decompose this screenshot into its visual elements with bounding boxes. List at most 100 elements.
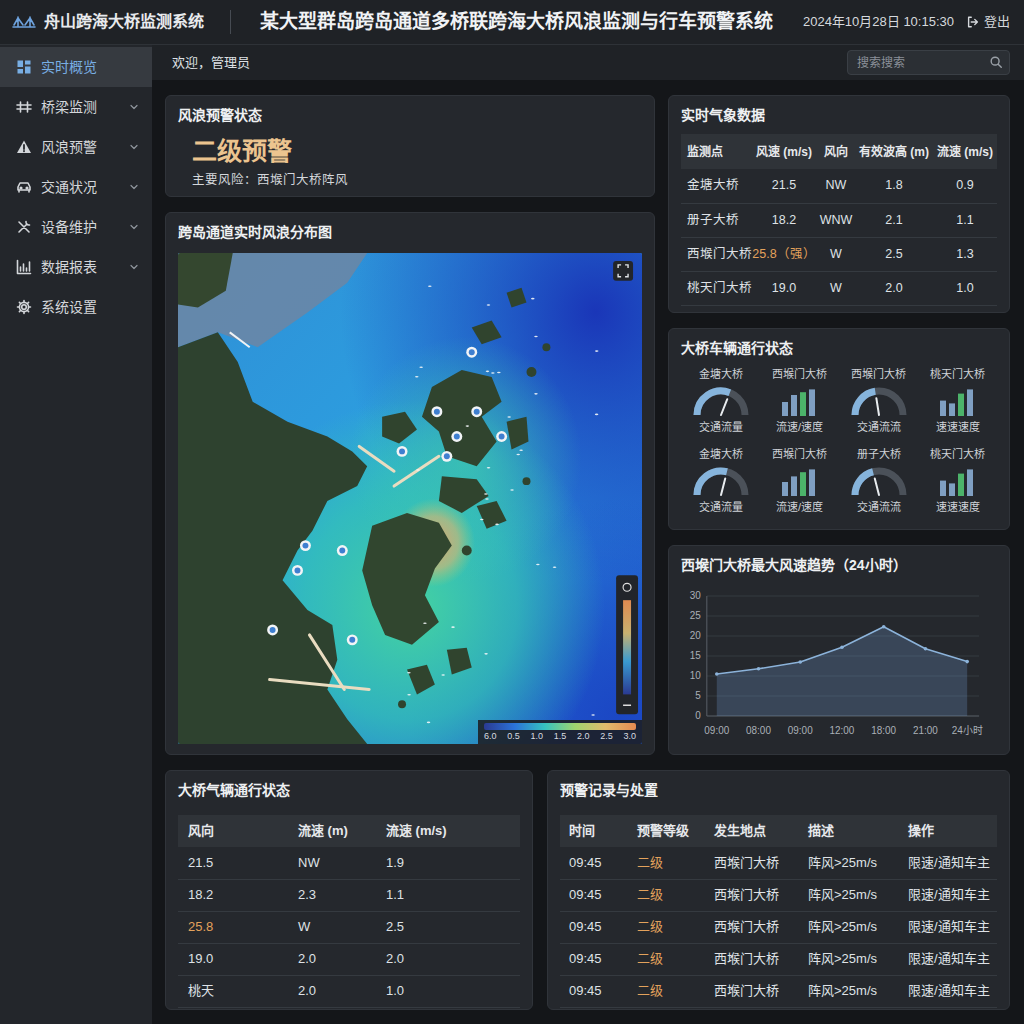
table-row[interactable]: 09:45二级西堠门大桥阵风>25m/s限速/通知车主	[560, 975, 997, 1007]
table-row[interactable]: 18.22.31.1	[178, 879, 520, 911]
table-row[interactable]: 册子大桥18.2WNW2.11.1	[681, 203, 997, 237]
vehicle-status-item[interactable]: 册子大桥交通流流	[839, 447, 918, 527]
wave-map[interactable]: 6.00.51.01.52.02.53.0	[178, 253, 642, 744]
body: 实时概览桥梁监测风浪预警交通状况设备维护数据报表系统设置 欢迎，管理员 风浪预警…	[0, 45, 1024, 1024]
gauge-graphic	[849, 385, 909, 417]
sidebar-item[interactable]: 实时概览	[0, 47, 152, 87]
vehicle-status-item[interactable]: 金塘大桥交通流量	[681, 447, 760, 527]
graphic-part	[178, 253, 642, 744]
data-point	[715, 672, 719, 676]
table-cell: 限速/通知车主	[899, 975, 997, 1007]
sidebar-item[interactable]: 数据报表	[0, 247, 152, 287]
vehicle-status-item[interactable]: 桃天门大桥速速速度	[918, 447, 997, 527]
gauge-graphic	[691, 465, 751, 497]
legend-tick: 0.5	[507, 731, 520, 742]
gauge-fill	[855, 391, 875, 415]
gauge-track	[697, 391, 745, 415]
table-cell: WNW	[817, 203, 855, 237]
metric-label: 交通流量	[699, 500, 743, 514]
x-axis-tick: 09:00	[788, 725, 813, 736]
sidebar-item[interactable]: 风浪预警	[0, 127, 152, 167]
grid-line	[707, 636, 979, 637]
header-row: 监测点风速 (m/s)风向有效波高 (m)流速 (m/s)	[681, 134, 997, 169]
table-cell: 西堠门大桥	[681, 237, 751, 271]
meter-bar	[791, 476, 797, 496]
pin-ring	[441, 451, 452, 462]
search-input[interactable]	[847, 50, 1010, 75]
search-icon[interactable]	[989, 55, 1003, 69]
bar-group	[809, 389, 815, 416]
graphic-part	[16, 99, 32, 115]
vehicle-status-item[interactable]: 西堠门大桥交通流流	[839, 367, 918, 447]
table-cell: NW	[817, 169, 855, 203]
boat-mark	[491, 372, 495, 374]
graphic-part	[616, 575, 638, 714]
graphic-part	[989, 55, 1003, 69]
metric-label: 流速/速度	[776, 420, 823, 434]
table-row[interactable]: 25.8W2.5	[178, 911, 520, 943]
table-cell: NW	[288, 847, 376, 879]
table-row[interactable]: 西堠门大桥25.8（强）W2.51.3	[681, 237, 997, 271]
pin-ring	[300, 540, 311, 551]
table-row[interactable]: 21.5NW1.9	[178, 847, 520, 879]
bar-group	[791, 395, 797, 416]
sidebar-item[interactable]: 设备维护	[0, 207, 152, 247]
table-cell: 2.0	[855, 271, 933, 305]
meter-bar	[967, 469, 973, 496]
pin-dot	[349, 637, 355, 643]
gauge-meter	[691, 385, 751, 417]
table-cell: 桃天	[178, 975, 288, 1007]
table-row[interactable]: 09:45二级西堠门大桥阵风>25m/s限速/通知车主	[560, 943, 997, 975]
table-header: 风向流速 (m)流速 (m/s)	[178, 815, 520, 847]
alert-risk: 主要风险：西堠门大桥阵风	[192, 172, 654, 188]
sidebar-item[interactable]: 系统设置	[0, 287, 152, 327]
metric-label: 交通流流	[857, 420, 901, 434]
legend-tick: 1.5	[554, 731, 567, 742]
graphic-part	[623, 705, 631, 706]
data-table: 风向流速 (m)流速 (m/s)21.5NW1.918.22.31.125.8W…	[178, 815, 520, 1008]
graphic-part	[523, 477, 531, 485]
meter-bar	[809, 389, 815, 416]
y-axis-tick: 0	[695, 710, 701, 721]
vehicle-status-item[interactable]: 金塘大桥交通流量	[681, 367, 760, 447]
pin-ring	[496, 431, 507, 442]
pin-dot	[339, 548, 345, 554]
bridge-name: 西堠门大桥	[772, 447, 827, 461]
table-row[interactable]: 金塘大桥21.5NW1.80.9	[681, 169, 997, 203]
table-cell: 限速/通知车主	[899, 847, 997, 879]
table-row[interactable]: 桃天门大桥19.0W2.01.0	[681, 271, 997, 305]
boat-mark	[484, 493, 488, 495]
table-row[interactable]: 19.02.02.0	[178, 943, 520, 975]
graphic-part	[128, 181, 140, 193]
welcome-text: 欢迎，管理员	[172, 53, 250, 73]
grid-line	[707, 596, 979, 597]
graphic-part	[394, 456, 439, 486]
bar-group	[809, 469, 815, 496]
pin-ring	[451, 431, 462, 442]
table-container: 监测点风速 (m/s)风向有效波高 (m)流速 (m/s)金塘大桥21.5NW1…	[681, 134, 997, 306]
alert-records-panel: 预警记录与处置时间预警等级发生地点描述操作09:45二级西堠门大桥阵风>25m/…	[547, 770, 1010, 1010]
brand[interactable]: 舟山跨海大桥监测系统	[12, 10, 218, 34]
meter-bar	[809, 469, 815, 496]
vehicle-status-item[interactable]: 桃天门大桥速速速度	[918, 367, 997, 447]
vehicle-status-item[interactable]: 西堠门大桥流速/速度	[760, 447, 839, 527]
table-row[interactable]: 桃天2.01.0	[178, 975, 520, 1007]
gauge-needle	[721, 479, 725, 495]
table-cell: W	[817, 271, 855, 305]
graphic-part	[359, 446, 394, 471]
sidebar-item[interactable]: 交通状况	[0, 167, 152, 207]
panel-title: 实时气象数据	[669, 96, 1009, 124]
table-cell: 1.8	[855, 169, 933, 203]
table-row[interactable]: 09:45二级西堠门大桥阵风>25m/s限速/通知车主	[560, 911, 997, 943]
table-cell: 09:45	[560, 847, 628, 879]
table-row[interactable]: 09:45二级西堠门大桥阵风>25m/s限速/通知车主	[560, 847, 997, 879]
sidebar-item[interactable]: 桥梁监测	[0, 87, 152, 127]
logout-button[interactable]: 登出	[966, 12, 1010, 32]
weather-panel: 实时气象数据监测点风速 (m/s)风向有效波高 (m)流速 (m/s)金塘大桥2…	[668, 95, 1010, 313]
table-row[interactable]: 09:45二级西堠门大桥阵风>25m/s限速/通知车主	[560, 879, 997, 911]
graphic-part	[25, 67, 31, 74]
vehicle-status-item[interactable]: 西堠门大桥流速/速度	[760, 367, 839, 447]
graphic-part	[362, 513, 452, 645]
graphic-part	[18, 183, 30, 190]
graphic-part	[26, 187, 28, 189]
